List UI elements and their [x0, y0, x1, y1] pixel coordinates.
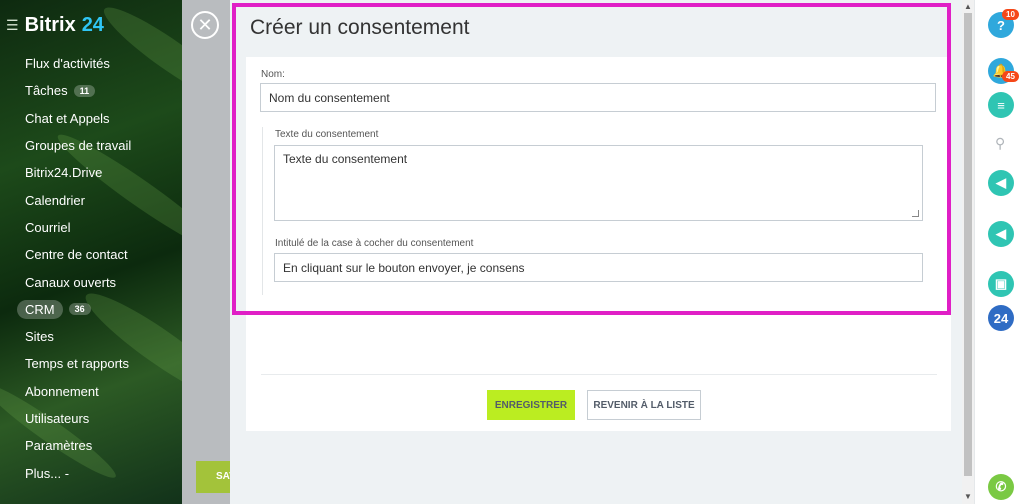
sidebar-item-activity[interactable]: Flux d'activités [0, 50, 182, 77]
sidebar-item-more[interactable]: Plus... - [0, 459, 182, 486]
menu-icon[interactable]: ☰ [6, 17, 19, 34]
sidebar-item-label: Temps et rapports [25, 356, 130, 372]
name-label: Nom: [261, 69, 285, 80]
scrollbar[interactable]: ▲ ▼ [962, 0, 974, 504]
page-title: Créer un consentement [250, 16, 470, 39]
logo-text: Bitrix [24, 14, 76, 36]
sidebar-item-label: Groupes de travail [25, 138, 132, 154]
search-icon[interactable]: ⚲ [995, 135, 1005, 152]
background-save-label: SAV [216, 471, 230, 482]
sidebar-item-label: Chat et Appels [25, 110, 110, 126]
consent-form: Nom: Nom du consentement Texte du consen… [246, 57, 951, 431]
sidebar-item-open-channels[interactable]: Canaux ouverts [0, 268, 182, 295]
document-search-icon: ▣ [994, 276, 1008, 291]
sidebar-item-label: Bitrix24.Drive [25, 165, 103, 181]
sidebar-item-mail[interactable]: Courriel [0, 214, 182, 241]
sidebar-item-drive[interactable]: Bitrix24.Drive [0, 159, 182, 186]
consent-slider-panel: Créer un consentement Nom: Nom du consen… [230, 0, 962, 504]
checkbox-label-caption: Intitulé de la case à cocher du consente… [275, 238, 474, 249]
sidebar-item-label: Flux d'activités [25, 56, 110, 72]
megaphone-icon: ◀ [996, 175, 1006, 190]
background-save-button: SAV [196, 461, 230, 493]
text-textarea-value: Texte du consentement [283, 152, 408, 166]
sidebar-item-label: Calendrier [25, 192, 85, 208]
megaphone-icon: ◀ [996, 226, 1006, 241]
overlay-backdrop[interactable] [182, 0, 230, 504]
footer-divider [261, 374, 937, 375]
chat-button[interactable]: ≡ [988, 92, 1014, 118]
counter-badge: 11 [73, 84, 96, 97]
sidebar-item-label: Sites [25, 329, 54, 345]
sidebar-item-crm[interactable]: CRM 36 [0, 296, 182, 323]
sidebar-item-tasks[interactable]: Tâches 11 [0, 77, 182, 104]
name-field[interactable]: Nom du consentement [260, 83, 936, 112]
sidebar-item-chat[interactable]: Chat et Appels [0, 105, 182, 132]
sidebar-item-label: Tâches [25, 83, 68, 99]
sidebar-item-contact-center[interactable]: Centre de contact [0, 241, 182, 268]
sidebar-item-sites[interactable]: Sites [0, 323, 182, 350]
text-textarea[interactable]: Texte du consentement [274, 145, 923, 221]
save-button[interactable]: ENREGISTRER [487, 390, 575, 420]
notifications-badge: 45 [1002, 71, 1019, 82]
crm-search-button[interactable]: ▣ [988, 271, 1014, 297]
sidebar-item-subscription[interactable]: Abonnement [0, 378, 182, 405]
openlines-button[interactable]: ◀ [988, 170, 1014, 196]
close-slider-button[interactable]: ✕ [191, 11, 219, 39]
phone-button[interactable]: ✆ [988, 474, 1014, 500]
sidebar-item-calendar[interactable]: Calendrier [0, 186, 182, 213]
sidebar-item-settings[interactable]: Paramètres [0, 432, 182, 459]
sidebar-item-label: Plus... - [25, 465, 70, 481]
b24-label: 24 [993, 310, 1009, 326]
sidebar-item-label: CRM [17, 299, 63, 319]
close-icon: ✕ [197, 15, 213, 35]
logo[interactable]: ☰ Bitrix 24 [6, 14, 104, 37]
scroll-thumb[interactable] [964, 13, 972, 476]
sidebar-item-label: Abonnement [25, 383, 99, 399]
right-rail: ? 10 🔔 45 ≡ ⚲ ◀ ◀ ▣ 24 ✆ [974, 0, 1024, 504]
sidebar-nav: Flux d'activités Tâches 11 Chat et Appels… [0, 50, 182, 487]
group-divider [262, 127, 263, 295]
sidebar-item-label: Canaux ouverts [25, 274, 117, 290]
sidebar-item-time-reports[interactable]: Temps et rapports [0, 350, 182, 377]
bitrix24-button[interactable]: 24 [988, 305, 1014, 331]
left-sidebar: ☰ Bitrix 24 Flux d'activités Tâches 11 Ch… [0, 0, 182, 504]
question-icon: ? [997, 17, 1005, 33]
sidebar-item-label: Courriel [25, 219, 71, 235]
resize-handle-icon[interactable] [912, 210, 919, 217]
sidebar-item-label: Paramètres [25, 438, 93, 454]
sidebar-item-workgroups[interactable]: Groupes de travail [0, 132, 182, 159]
text-label: Texte du consentement [275, 129, 379, 140]
sidebar-item-label: Centre de contact [25, 247, 128, 263]
phone-icon: ✆ [995, 479, 1007, 494]
help-badge: 10 [1002, 9, 1019, 20]
sidebar-item-label: Utilisateurs [25, 411, 90, 426]
back-to-list-button[interactable]: REVENIR À LA LISTE [587, 390, 701, 420]
scroll-up-icon[interactable]: ▲ [964, 2, 972, 11]
counter-badge: 36 [68, 303, 91, 316]
logo-number: 24 [81, 14, 104, 36]
scroll-down-icon[interactable]: ▼ [964, 492, 972, 501]
checkbox-label-field[interactable]: En cliquant sur le bouton envoyer, je co… [274, 253, 923, 282]
chat-icon: ≡ [997, 97, 1005, 113]
sidebar-item-users[interactable]: Utilisateurs [0, 405, 182, 432]
channel-button[interactable]: ◀ [988, 221, 1014, 247]
